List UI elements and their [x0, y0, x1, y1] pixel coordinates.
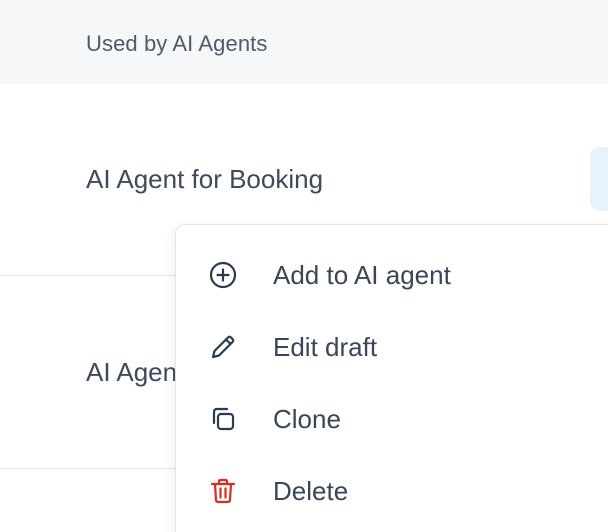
- row-action-chip[interactable]: [590, 147, 608, 211]
- delete-menu-item[interactable]: Delete: [176, 454, 608, 526]
- trash-icon: [210, 478, 236, 504]
- page: Used by AI Agents AI Agent for Booking A…: [0, 0, 608, 532]
- context-menu: Add to AI agent Edit draft Clone Delete: [175, 224, 608, 532]
- edit-draft-menu-item[interactable]: Edit draft: [176, 310, 608, 382]
- pencil-icon: [211, 335, 235, 359]
- table-header: Used by AI Agents: [0, 0, 608, 84]
- menu-item-label: Add to AI agent: [273, 260, 451, 290]
- copy-icon: [212, 407, 235, 431]
- menu-item-label: Clone: [273, 404, 341, 434]
- add-to-ai-agent-menu-item[interactable]: Add to AI agent: [176, 238, 608, 310]
- clone-menu-item[interactable]: Clone: [176, 382, 608, 454]
- menu-item-label: Delete: [273, 476, 349, 506]
- row-label: AI Agent for Booking: [86, 164, 324, 194]
- row-label: AI Agent: [86, 357, 185, 387]
- plus-circle-icon: [209, 261, 237, 289]
- column-header-used-by-ai-agents: Used by AI Agents: [86, 31, 268, 56]
- menu-item-label: Edit draft: [273, 332, 378, 362]
